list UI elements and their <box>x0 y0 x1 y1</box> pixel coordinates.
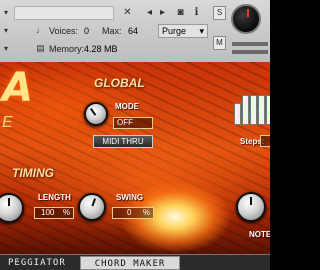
solo-button[interactable]: S <box>213 6 226 20</box>
steps-value-box[interactable] <box>260 135 270 147</box>
purge-dropdown[interactable]: Purge ▾ <box>158 24 208 38</box>
instrument-header: ▾ ✕ ◂ ▸ ◙ i S ▾ ♩ Voices: 0 Max: 64 Purg… <box>0 0 270 62</box>
header-row-title: ▾ ✕ ◂ ▸ ◙ i S <box>0 6 270 24</box>
voices-value: 0 <box>84 26 90 36</box>
logo-letter: A <box>2 65 33 111</box>
length-value: 100 <box>41 208 55 217</box>
swing-value: 0 <box>127 208 132 217</box>
mode-value: OFF <box>113 117 153 129</box>
length-value-box[interactable]: 100 % <box>34 207 74 219</box>
dropdown-arrow-icon[interactable]: ▾ <box>4 42 8 56</box>
header-row-voices: ▾ ♩ Voices: 0 Max: 64 Purge ▾ <box>0 24 270 42</box>
length-unit: % <box>62 208 70 217</box>
max-value[interactable]: 64 <box>128 24 138 38</box>
swing-value-box[interactable]: 0 % <box>112 207 154 219</box>
swing-label: SWING <box>116 193 144 202</box>
voices-label: Voices: <box>49 26 79 36</box>
length-knob[interactable] <box>78 193 106 221</box>
knob-indicator <box>91 198 97 207</box>
tab-bar: PEGGIATOR CHORD MAKER <box>0 254 270 270</box>
length-label: LENGTH <box>38 193 71 202</box>
left-arrow-icon[interactable]: ◂ <box>143 6 156 19</box>
step-bar[interactable] <box>234 103 241 125</box>
note-label: NOTE <box>249 230 270 239</box>
tune-knob[interactable] <box>231 4 261 34</box>
step-bar[interactable] <box>266 95 270 125</box>
info-icon[interactable]: i <box>190 6 203 19</box>
camera-icon[interactable]: ◙ <box>174 6 187 19</box>
mute-button[interactable]: M <box>213 36 226 50</box>
swing-unit: % <box>142 208 150 217</box>
output-meter-right <box>232 50 268 54</box>
memory-value: 4.28 MB <box>84 44 118 54</box>
tab-arpeggiator[interactable]: PEGGIATOR <box>0 256 75 270</box>
step-bar[interactable] <box>258 95 265 125</box>
global-title: GLOBAL <box>94 76 145 90</box>
arpeggiator-panel: A E GLOBAL MODE OFF MIDI THRU Steps: TIM… <box>0 62 270 254</box>
kontakt-instrument: ▾ ✕ ◂ ▸ ◙ i S ▾ ♩ Voices: 0 Max: 64 Purg… <box>0 0 270 270</box>
step-bar[interactable] <box>242 95 249 125</box>
timing-title: TIMING <box>12 166 54 180</box>
dropdown-arrow-icon[interactable]: ▾ <box>4 6 8 20</box>
chevron-down-icon: ▾ <box>199 26 204 36</box>
mode-label: MODE <box>115 102 139 111</box>
knob-indicator <box>8 198 10 206</box>
midi-icon: ♩ <box>36 25 45 35</box>
logo-sub: E <box>2 114 13 131</box>
output-meter-left <box>232 42 268 46</box>
dropdown-arrow-icon[interactable]: ▾ <box>4 24 8 38</box>
step-sequencer-bars[interactable] <box>234 95 270 125</box>
note-knob[interactable] <box>236 192 266 222</box>
knob-indicator <box>90 108 97 116</box>
tab-chord-maker[interactable]: CHORD MAKER <box>80 256 180 270</box>
header-row-memory: ▾ ▤ Memory: 4.28 MB M <box>0 36 270 60</box>
right-arrow-icon[interactable]: ▸ <box>156 6 169 19</box>
knob-indicator <box>250 197 252 205</box>
mode-knob[interactable] <box>84 102 108 126</box>
instrument-name-field[interactable] <box>14 6 114 20</box>
memory-label: Memory: <box>49 44 85 54</box>
rate-knob[interactable] <box>0 193 24 223</box>
step-bar[interactable] <box>250 95 257 125</box>
memory-icon: ▤ <box>36 43 45 53</box>
purge-label: Purge <box>162 26 187 36</box>
close-x-icon[interactable]: ✕ <box>121 6 134 19</box>
midi-thru-button[interactable]: MIDI THRU <box>93 135 153 148</box>
max-label: Max: <box>102 26 122 36</box>
knob-indicator <box>247 9 249 17</box>
